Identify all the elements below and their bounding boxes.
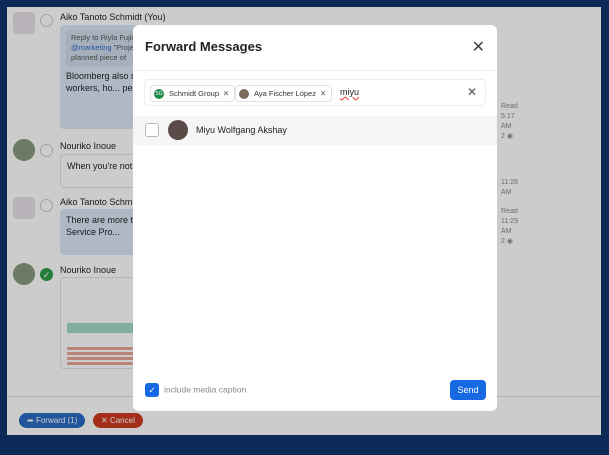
result-name: Miyu Wolfgang Akshay: [196, 125, 287, 135]
chip-label: Schmidt Group: [169, 89, 220, 98]
user-avatar: [239, 89, 249, 99]
recipient-chip: SG Schmidt Group ✕: [150, 85, 236, 102]
forward-dialog: Forward Messages ✕ SG Schmidt Group ✕ Aya …: [133, 25, 497, 411]
send-button[interactable]: Send: [450, 380, 486, 400]
divider: [133, 70, 497, 71]
remove-chip-icon[interactable]: ✕: [223, 89, 229, 98]
remove-chip-icon[interactable]: ✕: [320, 89, 326, 98]
recipient-search[interactable]: SG Schmidt Group ✕ Aya Fischer López ✕ miyu…: [144, 79, 486, 106]
caption-checkbox[interactable]: ✓: [145, 383, 159, 397]
group-avatar: SG: [154, 89, 164, 99]
close-icon[interactable]: ✕: [472, 37, 485, 57]
recipient-chip: Aya Fischer López ✕: [235, 85, 333, 102]
search-input[interactable]: miyu: [340, 87, 359, 97]
caption-label: include media caption: [164, 384, 247, 395]
chip-label: Aya Fischer López: [254, 89, 316, 98]
result-row[interactable]: Miyu Wolfgang Akshay: [133, 116, 497, 145]
dialog-title: Forward Messages: [145, 39, 263, 54]
result-checkbox[interactable]: [145, 123, 159, 137]
user-avatar: [168, 120, 188, 140]
include-caption-option[interactable]: ✓ include media caption: [145, 383, 246, 397]
clear-search-icon[interactable]: ✕: [467, 85, 477, 99]
